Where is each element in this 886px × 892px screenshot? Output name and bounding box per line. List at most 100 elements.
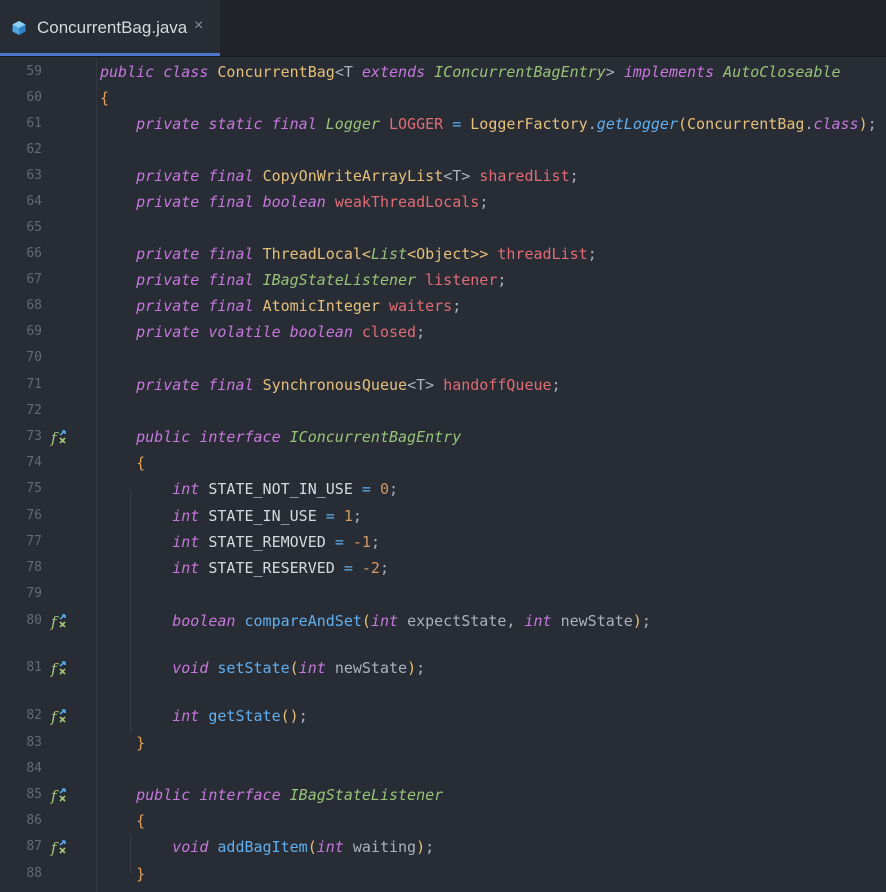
line-number: 65 [26, 220, 42, 235]
implemented-method-icon[interactable]: f [50, 838, 68, 856]
line-number: 62 [26, 142, 42, 157]
code-token: int [172, 559, 209, 577]
code-token: IBagStateListener [262, 271, 426, 289]
code-line[interactable]: 72 [0, 398, 886, 424]
line-number: 71 [26, 377, 42, 392]
svg-text:f: f [50, 708, 59, 725]
code-line[interactable]: 83 } [0, 730, 886, 756]
code-line[interactable]: 69 private volatile boolean closed; [0, 319, 886, 345]
code-line[interactable]: 76 int STATE_IN_USE = 1; [0, 503, 886, 529]
code-token: ; [370, 533, 380, 551]
code-text: private final boolean weakThreadLocals; [100, 189, 488, 215]
code-line[interactable]: 74 { [0, 450, 886, 476]
code-token: () [280, 707, 299, 725]
code-token: ; [298, 707, 308, 725]
code-token: <T> [443, 167, 480, 185]
code-line[interactable]: 70 [0, 345, 886, 371]
code-line[interactable]: 81 f void setState(int newState); [0, 655, 886, 681]
code-line[interactable]: 84 [0, 756, 886, 782]
code-token: int [172, 480, 209, 498]
close-icon[interactable]: × [194, 17, 203, 35]
java-file-icon [12, 21, 26, 35]
implemented-method-icon[interactable]: f [50, 786, 68, 804]
code-token: ) [416, 838, 426, 856]
code-line[interactable]: 66 private final ThreadLocal<List<Object… [0, 241, 886, 267]
code-token: LoggerFactory [470, 115, 588, 133]
code-token: ; [867, 115, 877, 133]
code-line[interactable]: 75 int STATE_NOT_IN_USE = 0; [0, 476, 886, 502]
code-token: int [172, 533, 209, 551]
code-token: private [136, 323, 209, 341]
code-text: private final CopyOnWriteArrayList<T> sh… [100, 163, 579, 189]
code-text: } [100, 730, 145, 756]
code-token: interface [199, 428, 290, 446]
code-line[interactable]: 80 f boolean compareAndSet(int expectStat… [0, 608, 886, 634]
code-line[interactable]: 67 private final IBagStateListener liste… [0, 267, 886, 293]
code-line[interactable]: 77 int STATE_REMOVED = -1; [0, 529, 886, 555]
code-line[interactable]: 62 [0, 137, 886, 163]
code-token: listener [425, 271, 498, 289]
code-token: final [208, 167, 263, 185]
code-line[interactable]: 61 private static final Logger LOGGER = … [0, 111, 886, 137]
code-token: class [163, 63, 218, 81]
code-token: private [136, 297, 209, 315]
code-line[interactable]: 88 } [0, 861, 886, 887]
code-token: public [136, 786, 200, 804]
line-number: 87 [26, 839, 42, 854]
code-line[interactable]: 73 f public interface IConcurrentBagEntry [0, 424, 886, 450]
code-token: IBagStateListener [289, 786, 444, 804]
code-token: ) [632, 612, 642, 630]
code-token: public [100, 63, 164, 81]
code-token: STATE_REMOVED [208, 533, 335, 551]
code-line[interactable]: 71 private final SynchronousQueue<T> han… [0, 372, 886, 398]
code-token: boolean [289, 323, 362, 341]
code-line[interactable]: 60 { [0, 85, 886, 111]
code-token: private [136, 167, 209, 185]
code-line[interactable]: 78 int STATE_RESERVED = -2; [0, 555, 886, 581]
code-token: ( [678, 115, 688, 133]
code-token: } [136, 865, 146, 883]
code-token: ( [361, 612, 371, 630]
code-line[interactable]: 82 f int getState(); [0, 703, 886, 729]
code-line[interactable]: 64 private final boolean weakThreadLocal… [0, 189, 886, 215]
code-line[interactable]: 59 public class ConcurrentBag<T extends I… [0, 59, 886, 85]
code-token: int [298, 659, 335, 677]
code-token: waiters [389, 297, 453, 315]
code-line[interactable]: 68 private final AtomicInteger waiters; [0, 293, 886, 319]
code-line[interactable]: 63 private final CopyOnWriteArrayList<T>… [0, 163, 886, 189]
implemented-method-icon[interactable]: f [50, 428, 68, 446]
line-number: 70 [26, 350, 42, 365]
implemented-method-icon[interactable]: f [50, 707, 68, 725]
code-token: void [172, 659, 218, 677]
code-line[interactable]: 85 f public interface IBagStateListener [0, 782, 886, 808]
code-text: public class ConcurrentBag<T extends ICo… [100, 59, 841, 85]
svg-text:f: f [50, 660, 59, 677]
implemented-method-icon[interactable]: f [50, 659, 68, 677]
code-token: void [172, 838, 218, 856]
code-text: private final AtomicInteger waiters; [100, 293, 461, 319]
code-token: STATE_NOT_IN_USE [208, 480, 362, 498]
implemented-method-icon[interactable]: f [50, 612, 68, 630]
code-token: -1 [352, 533, 371, 551]
code-token: = [334, 533, 353, 551]
code-line[interactable]: 86 { [0, 808, 886, 834]
code-line[interactable]: 79 [0, 581, 886, 607]
code-token: STATE_IN_USE [208, 507, 326, 525]
code-line[interactable]: 87 f void addBagItem(int waiting); [0, 834, 886, 860]
line-number: 61 [26, 116, 42, 131]
code-editor[interactable]: 59 public class ConcurrentBag<T extends I… [0, 58, 886, 892]
code-token: ( [307, 838, 317, 856]
code-token: newState [560, 612, 633, 630]
code-token: int [316, 838, 353, 856]
tab-concurrentbag-java[interactable]: ConcurrentBag.java × [0, 0, 220, 56]
code-token: final [208, 297, 263, 315]
code-line[interactable]: 65 [0, 215, 886, 241]
